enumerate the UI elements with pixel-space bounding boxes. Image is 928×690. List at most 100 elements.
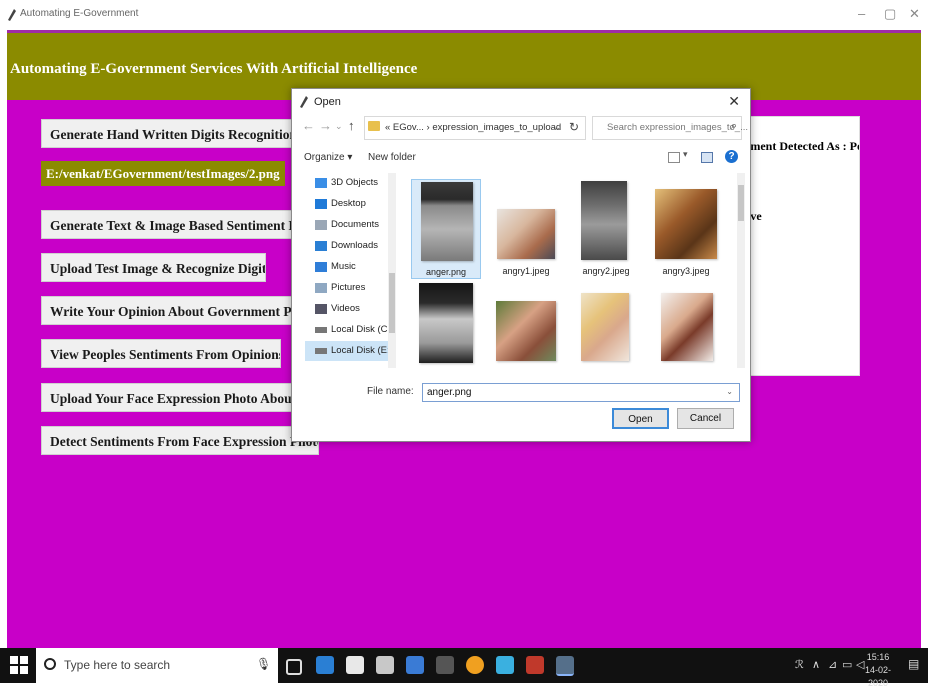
chevron-down-icon[interactable]: ▾ [683,149,688,160]
address-bar[interactable]: « EGov... › expression_images_to_upload … [364,116,586,140]
generate-sentiment-model-button[interactable]: Generate Text & Image Based Sentiment De… [41,210,301,239]
word-icon[interactable] [406,656,424,674]
file-explorer-icon[interactable] [496,656,514,674]
up-arrow-icon[interactable]: ↑ [348,118,355,133]
file-list-scrollbar[interactable] [737,173,745,368]
taskbar: Type here to search 🎙 ℛ ∧ ⊿ ▭ ◁ 15:16 14… [0,648,928,688]
file-item[interactable]: angry2.jpeg [571,179,641,279]
file-name: angry1.jpeg [502,266,550,276]
preview-pane-icon[interactable] [701,152,713,163]
search-icon[interactable]: ⌕ [731,120,737,133]
documents-icon [315,220,327,230]
microphone-icon[interactable]: 🎙 [256,657,271,671]
maximize-icon[interactable]: ▢ [884,6,896,22]
clock-time: 15:16 [866,652,890,662]
clock[interactable]: 15:16 14-02-2020 [858,651,898,690]
window-title: Automating E-Government [20,8,139,19]
view-options-icon[interactable] [668,152,680,163]
sidebar-item-local-disk-e[interactable]: Local Disk (E:) [305,341,396,361]
task-view-icon[interactable] [286,659,302,675]
search-input[interactable]: Search expression_images_to_... ⌕ [592,116,748,140]
chevron-down-icon[interactable]: ⌄ [726,387,733,396]
detect-face-sentiment-button[interactable]: Detect Sentiments From Face Expression P… [41,426,319,455]
file-name: anger.png [425,267,467,277]
sidebar-item-label: Local Disk (C:) [331,324,394,335]
windows-start-icon[interactable] [10,656,28,674]
file-item[interactable]: anger.png [411,179,481,279]
sidebar-item-label: Local Disk (E:) [331,345,393,356]
sidebar-item-downloads[interactable]: Downloads [315,236,378,256]
edge-browser-icon[interactable] [316,656,334,674]
generate-digits-model-button[interactable]: Generate Hand Written Digits Recognition… [41,119,311,148]
file-item[interactable] [651,281,721,368]
sidebar-item-music[interactable]: Music [315,257,356,277]
chevron-down-icon[interactable]: ⌄ [335,121,343,132]
file-list: anger.png angry1.jpeg angry2.jpeg angry3… [409,173,739,368]
mail-icon[interactable] [376,656,394,674]
scrollbar-thumb[interactable] [738,185,744,221]
refresh-icon[interactable]: ↻ [569,120,579,134]
upload-face-photo-button[interactable]: Upload Your Face Expression Photo About … [41,383,301,412]
downloads-icon [315,241,327,251]
chevron-down-icon[interactable]: ⌄ [553,122,561,133]
view-sentiments-button[interactable]: View Peoples Sentiments From Opinions [41,339,281,368]
notifications-icon[interactable]: ▤ [908,657,919,671]
app-icon [8,9,16,21]
close-icon[interactable]: ✕ [909,6,920,22]
back-arrow-icon[interactable]: ← [302,118,315,133]
minimize-icon[interactable]: – [858,6,865,21]
sidebar-item-label: Pictures [331,282,366,293]
file-item[interactable] [571,281,641,368]
new-folder-button[interactable]: New folder [368,152,416,163]
open-button[interactable]: Open [612,408,669,429]
sidebar-item-local-disk-c[interactable]: Local Disk (C:) [315,320,393,340]
file-item[interactable]: angry3.jpeg [651,179,721,279]
organize-button[interactable]: Organize ▾ [304,152,352,163]
cancel-button[interactable]: Cancel [677,408,734,429]
sidebar-item-documents[interactable]: Documents [315,215,379,235]
address-path: « EGov... › expression_images_to_upload [385,122,562,133]
close-icon[interactable]: ✕ [728,93,740,110]
file-name: angry3.jpeg [662,266,710,276]
battery-icon[interactable]: ▭ [842,658,852,671]
taskbar-search-placeholder: Type here to search [64,658,171,672]
people-icon[interactable]: ℛ [795,658,804,671]
chrome-icon[interactable] [466,656,484,674]
network-icon[interactable]: ⊿ [828,658,837,671]
sidebar-item-desktop[interactable]: Desktop [315,194,366,214]
output-textarea[interactable]: iment Detected As : Po ive [740,116,860,376]
sidebar-item-label: 3D Objects [331,177,378,188]
file-thumbnail [661,293,713,361]
file-item[interactable] [491,281,561,368]
file-name-input[interactable]: anger.png ⌄ [422,383,740,402]
open-file-dialog: Open ✕ ← → ⌄ ↑ « EGov... › expression_im… [291,88,751,442]
paint-icon[interactable] [526,656,544,674]
drive-icon [315,348,327,354]
sidebar-item-pictures[interactable]: Pictures [315,278,365,298]
sidebar-item-3d-objects[interactable]: 3D Objects [315,173,378,193]
taskbar-search-input[interactable]: Type here to search 🎙 [36,648,278,683]
write-opinion-button[interactable]: Write Your Opinion About Government Poli… [41,296,301,325]
dialog-title: Open [314,96,341,108]
sidebar-item-label: Documents [331,219,380,230]
sidebar-item-videos[interactable]: Videos [315,299,360,319]
file-name-value: anger.png [427,387,472,398]
clock-date: 14-02-2020 [864,665,891,688]
upload-test-image-button[interactable]: Upload Test Image & Recognize Digit [41,253,266,282]
forward-arrow-icon[interactable]: → [319,118,332,133]
python-app-icon[interactable] [556,656,574,676]
terminal-icon[interactable] [436,656,454,674]
file-thumbnail [421,182,473,261]
window-titlebar: Automating E-Government – ▢ ✕ [0,0,928,30]
chevron-up-icon[interactable]: ∧ [812,658,820,671]
scrollbar-thumb[interactable] [389,273,395,333]
store-icon[interactable] [346,656,364,674]
file-item[interactable] [411,281,481,368]
search-placeholder: Search expression_images_to_... [607,122,748,133]
folder-icon [368,121,380,131]
sidebar-item-label: Desktop [331,198,366,209]
dialog-titlebar: Open ✕ [292,89,750,115]
navigation-scrollbar[interactable] [388,173,396,368]
file-item[interactable]: angry1.jpeg [491,179,561,279]
help-icon[interactable]: ? [725,150,738,163]
